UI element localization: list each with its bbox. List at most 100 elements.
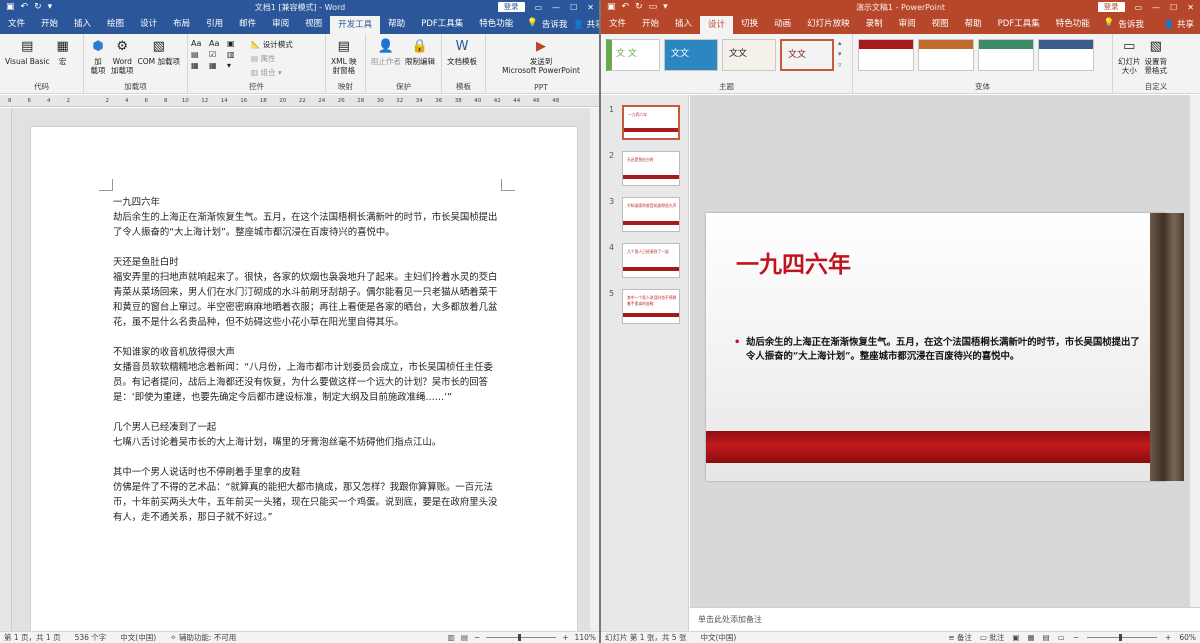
tell-me[interactable]: 💡 告诉我 — [1098, 18, 1150, 30]
scroll-up-icon[interactable]: ▴ — [838, 39, 842, 47]
word-addins-button[interactable]: ⚙ Word 加载项 — [111, 37, 134, 76]
tab-6[interactable]: 引用 — [198, 14, 231, 34]
tab-2[interactable]: 插入 — [667, 14, 700, 34]
tab-4[interactable]: 切换 — [733, 14, 766, 34]
tab-8[interactable]: 审阅 — [891, 14, 924, 34]
tab-9[interactable]: 视图 — [924, 14, 957, 34]
picture-control-icon[interactable]: ▣ — [227, 39, 243, 48]
accessibility-status[interactable]: ✧ 辅助功能: 不可用 — [170, 632, 236, 643]
zoom-slider[interactable] — [1087, 634, 1158, 641]
tab-2[interactable]: 插入 — [66, 14, 99, 34]
read-mode-icon[interactable]: ▥ — [448, 633, 455, 642]
document-template-button[interactable]: W 文档模板 — [447, 37, 477, 67]
slideshow-view-icon[interactable]: ▭ — [1058, 633, 1065, 642]
normal-view-icon[interactable]: ▣ — [1012, 633, 1019, 642]
tab-12[interactable]: PDF工具集 — [413, 14, 471, 34]
slide-thumbnail[interactable]: 天还是鱼肚白时 — [622, 151, 680, 186]
send-to-ppt-button[interactable]: ▶ 发送到 Microsoft PowerPoint — [491, 37, 591, 76]
slide-body[interactable]: • 劫后余生的上海正在渐渐恢复生气。五月，在这个法国梧桐长满新叶的时节，市长吴国… — [734, 336, 1146, 364]
sorter-view-icon[interactable]: ▦ — [1027, 633, 1034, 642]
slide-title[interactable]: 一九四六年 — [736, 245, 851, 279]
tab-1[interactable]: 开始 — [634, 14, 667, 34]
zoom-level[interactable]: 60% — [1179, 633, 1196, 642]
slide-count[interactable]: 幻灯片 第 1 张，共 5 张 — [605, 632, 686, 643]
macro-button[interactable]: ▦ 宏 — [54, 37, 72, 67]
group-button[interactable]: ▥ 组合 ▾ — [251, 67, 293, 78]
tab-11[interactable]: 帮助 — [380, 14, 413, 34]
tab-8[interactable]: 审阅 — [264, 14, 297, 34]
variant-option[interactable] — [1038, 39, 1094, 71]
language-status[interactable]: 中文(中国) — [120, 632, 156, 643]
theme-scroll[interactable]: ▴ ▾ ▿ — [838, 39, 842, 71]
tab-10[interactable]: 帮助 — [957, 14, 990, 34]
xml-mapping-button[interactable]: ▤ XML 映 射窗格 — [331, 37, 357, 76]
combo-box-icon[interactable]: ▥ — [227, 50, 243, 59]
tab-6[interactable]: 幻灯片放映 — [799, 14, 858, 34]
tab-5[interactable]: 动画 — [766, 14, 799, 34]
format-background-button[interactable]: ▧ 设置背 景格式 — [1145, 37, 1168, 76]
dropdown-list-icon[interactable]: ▦ — [191, 61, 207, 70]
tab-3[interactable]: 设计 — [700, 16, 734, 34]
notes-pane[interactable]: 单击此处添加备注 — [690, 607, 1200, 631]
variant-option[interactable] — [858, 39, 914, 71]
slide-thumbnail[interactable]: 一九四六年 — [622, 105, 680, 140]
slide-thumbnail[interactable]: 不知谁家的收音机放得很大声 — [622, 197, 680, 232]
building-block-icon[interactable]: ▤ — [191, 50, 207, 59]
share-button[interactable]: 👤 共享 — [573, 18, 600, 30]
page-count[interactable]: 第 1 页，共 1 页 — [4, 632, 61, 643]
theme-option[interactable]: 文文 — [722, 39, 776, 71]
legacy-tools-icon[interactable]: ▾ — [227, 61, 243, 70]
notes-button[interactable]: ≡ 备注 — [948, 632, 972, 643]
tab-5[interactable]: 布局 — [165, 14, 198, 34]
theme-option[interactable]: 文 文 — [606, 39, 660, 71]
tab-3[interactable]: 绘图 — [99, 14, 132, 34]
restrict-editing-button[interactable]: 🔒 限制编辑 — [405, 37, 435, 67]
visual-basic-button[interactable]: ▤ Visual Basic — [5, 37, 50, 67]
word-count[interactable]: 536 个字 — [75, 632, 107, 643]
tab-0[interactable]: 文件 — [601, 14, 634, 34]
zoom-level[interactable]: 110% — [575, 633, 596, 642]
zoom-in-icon[interactable]: + — [562, 633, 568, 642]
horizontal-ruler[interactable]: 8 6 4 2 2 4 6 8 10 12 14 16 18 20 22 24 26 28 30 32 34 36 38 40… — [0, 95, 600, 107]
slide-thumbnail[interactable]: 其中一个男人说话时也不停刷着手里拿的皮鞋 — [622, 289, 680, 324]
tab-10[interactable]: 开发工具 — [330, 16, 381, 34]
tab-12[interactable]: 特色功能 — [1048, 14, 1098, 34]
tab-7[interactable]: 邮件 — [231, 14, 264, 34]
zoom-out-icon[interactable]: − — [1073, 633, 1079, 642]
rich-text-control-icon[interactable]: Aa — [191, 39, 207, 48]
vertical-ruler[interactable] — [0, 108, 12, 631]
variant-option[interactable] — [978, 39, 1034, 71]
checkbox-control-icon[interactable]: ☑ — [209, 50, 225, 59]
slide-thumbnail[interactable]: 几个男人已经凑到了一起 — [622, 243, 680, 278]
variant-option[interactable] — [918, 39, 974, 71]
com-addins-button[interactable]: ▧ COM 加载项 — [138, 37, 181, 67]
plain-text-control-icon[interactable]: Aa — [209, 39, 225, 48]
slide-canvas[interactable]: 一九四六年 • 劫后余生的上海正在渐渐恢复生气。五月，在这个法国梧桐长满新叶的时… — [706, 213, 1165, 481]
reading-view-icon[interactable]: ▤ — [1043, 633, 1050, 642]
tab-1[interactable]: 开始 — [33, 14, 66, 34]
design-mode-button[interactable]: 📐 设计模式 — [251, 39, 293, 50]
more-icon[interactable]: ▿ — [838, 61, 842, 69]
block-authors-button[interactable]: 👤 阻止作者 — [371, 37, 401, 67]
tab-4[interactable]: 设计 — [132, 14, 165, 34]
theme-option[interactable]: 文文 — [664, 39, 718, 71]
scroll-down-icon[interactable]: ▾ — [838, 50, 842, 58]
addins-button[interactable]: ⬢ 加 载项 — [89, 37, 107, 76]
theme-option-selected[interactable]: 文文 — [780, 39, 834, 71]
tab-7[interactable]: 录制 — [858, 14, 891, 34]
language-status[interactable]: 中文(中国) — [700, 632, 736, 643]
share-button[interactable]: 👤 共享 — [1164, 18, 1200, 30]
vertical-scrollbar[interactable] — [1190, 95, 1200, 607]
zoom-in-icon[interactable]: + — [1165, 633, 1171, 642]
comments-button[interactable]: ▭ 批注 — [980, 632, 1004, 643]
tab-13[interactable]: 特色功能 — [471, 14, 521, 34]
slide-size-button[interactable]: ▭ 幻灯片 大小 — [1118, 37, 1141, 76]
document-page[interactable]: 一九四六年 劫后余生的上海正在渐渐恢复生气。五月，在这个法国梧桐长满新叶的时节，市… — [30, 126, 578, 643]
print-layout-icon[interactable]: ▤ — [461, 633, 468, 642]
zoom-slider[interactable] — [486, 634, 557, 641]
date-picker-icon[interactable]: ▦ — [209, 61, 225, 70]
tell-me[interactable]: 💡 告诉我 — [521, 18, 573, 30]
zoom-out-icon[interactable]: − — [474, 633, 480, 642]
tab-11[interactable]: PDF工具集 — [990, 14, 1048, 34]
properties-button[interactable]: ▤ 属性 — [251, 53, 293, 64]
